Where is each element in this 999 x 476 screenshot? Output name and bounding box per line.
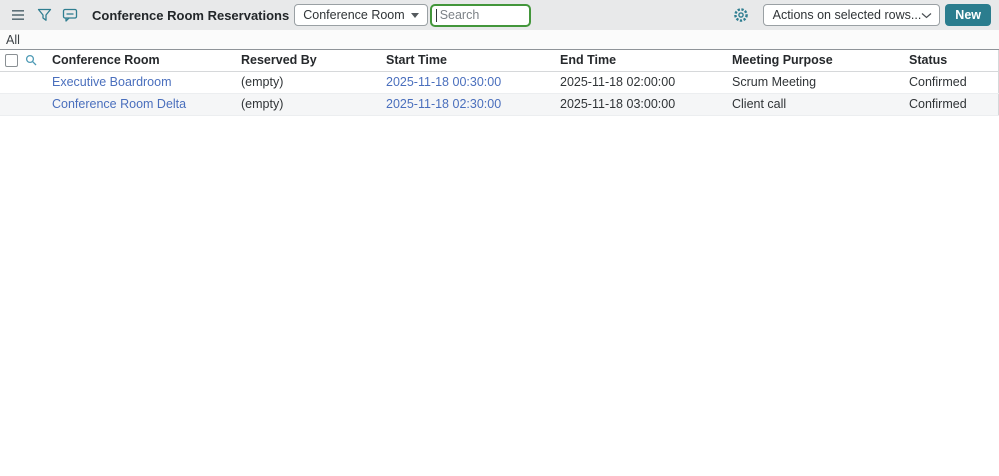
- actions-select[interactable]: Actions on selected rows...: [762, 4, 941, 26]
- dropdown-caret-icon: [410, 12, 419, 18]
- actions-select-value: Actions on selected rows...: [772, 8, 922, 22]
- cell-start-time-link[interactable]: 2025-11-18 02:30:00: [386, 97, 501, 111]
- row-checkbox-cell: [0, 94, 22, 116]
- cell-end-time: 2025-11-18 03:00:00: [560, 97, 676, 111]
- reservations-table: Conference Room Reserved By Start Time E…: [0, 50, 999, 116]
- page-title: Conference Room Reservations: [92, 7, 290, 23]
- gear-icon[interactable]: [733, 7, 749, 23]
- col-header-status[interactable]: Status: [905, 50, 999, 72]
- list-header-bar: Conference Room Reservations Conference …: [0, 0, 999, 30]
- col-header-end-time[interactable]: End Time: [556, 50, 728, 72]
- row-info-cell: [22, 72, 48, 94]
- cell-conference-room-link[interactable]: Executive Boardroom: [52, 75, 172, 89]
- cell-status: Confirmed: [909, 75, 967, 89]
- filter-icon[interactable]: [36, 7, 52, 23]
- table-selector-label: Conference Room: [303, 8, 405, 22]
- cell-meeting-purpose: Scrum Meeting: [732, 75, 817, 89]
- table-selector-dropdown[interactable]: Conference Room: [294, 4, 428, 26]
- col-header-start-time[interactable]: Start Time: [382, 50, 556, 72]
- breadcrumb: All: [0, 30, 999, 50]
- list-menu-icon[interactable]: [10, 7, 26, 23]
- row-info-cell: [22, 94, 48, 116]
- new-button[interactable]: New: [945, 4, 991, 26]
- col-header-meeting-purpose[interactable]: Meeting Purpose: [728, 50, 905, 72]
- table-row: Executive Boardroom (empty) 2025-11-18 0…: [0, 71, 999, 94]
- cell-start-time-link[interactable]: 2025-11-18 00:30:00: [386, 75, 501, 89]
- row-checkbox-cell: [0, 72, 22, 94]
- search-input[interactable]: [429, 3, 531, 27]
- col-header-reserved-by[interactable]: Reserved By: [237, 50, 382, 72]
- chevron-down-icon: [921, 12, 932, 18]
- cell-reserved-by: (empty): [241, 97, 284, 111]
- cell-end-time: 2025-11-18 02:00:00: [560, 75, 676, 89]
- table-header-row: Conference Room Reserved By Start Time E…: [0, 50, 999, 72]
- table-row: Conference Room Delta (empty) 2025-11-18…: [0, 93, 999, 116]
- text-caret: [435, 8, 437, 22]
- cell-status: Confirmed: [909, 97, 967, 111]
- breadcrumb-all[interactable]: All: [6, 33, 20, 47]
- column-search-icon[interactable]: [25, 50, 38, 71]
- chat-icon[interactable]: [62, 7, 78, 23]
- col-header-conference-room[interactable]: Conference Room: [48, 50, 237, 72]
- select-all-checkbox[interactable]: [4, 54, 18, 68]
- cell-reserved-by: (empty): [241, 75, 284, 89]
- cell-meeting-purpose: Client call: [732, 97, 787, 111]
- search-wrap: [429, 3, 531, 27]
- cell-conference-room-link[interactable]: Conference Room Delta: [52, 97, 186, 111]
